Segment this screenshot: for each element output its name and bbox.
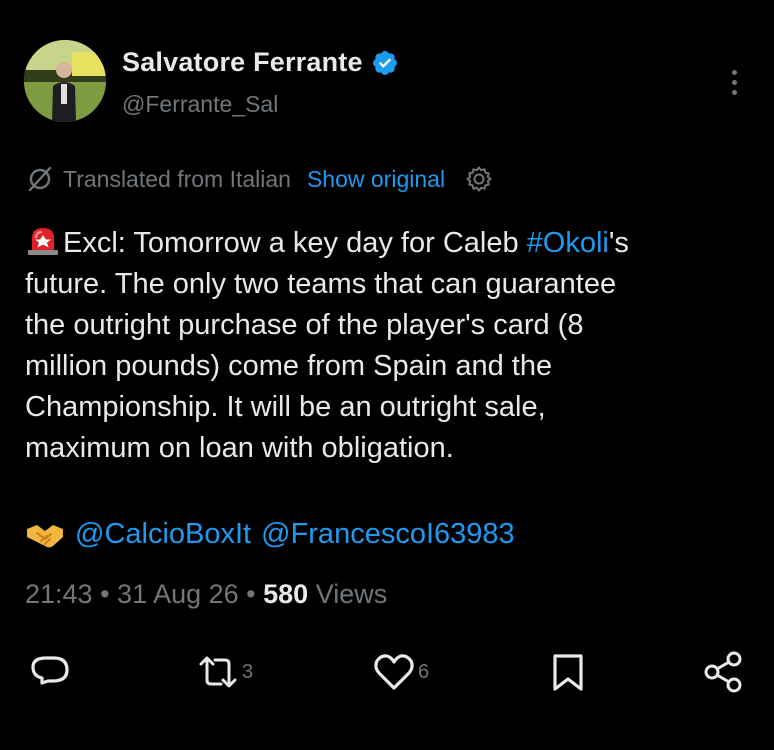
like-button[interactable]: 6 <box>372 650 429 694</box>
share-button[interactable] <box>702 650 746 694</box>
more-vertical-icon[interactable] <box>724 70 744 100</box>
tweet-header: Salvatore Ferrante @Ferrante_Sal <box>24 40 754 124</box>
heart-icon <box>374 654 414 690</box>
share-icon <box>704 651 742 693</box>
views-label: Views <box>308 579 388 609</box>
tweet-line-2: future. The only two teams that can guar… <box>25 268 617 300</box>
tweet-line-1: Excl: Tomorrow a key day for Caleb #Okol… <box>25 223 750 264</box>
tweet-meta: 21:43 • 31 Aug 26 • 580 Views <box>25 579 387 610</box>
mention-link[interactable]: @FrancescoI63983 <box>261 514 515 555</box>
author-name-row: Salvatore Ferrante <box>122 47 399 78</box>
meta-separator: • <box>92 579 118 609</box>
bookmark-icon <box>553 654 583 691</box>
retweet-icon <box>199 656 237 688</box>
action-bar: 3 6 <box>0 650 774 700</box>
tweet-date[interactable]: 31 Aug 26 <box>117 579 239 609</box>
meta-separator: • <box>238 579 264 609</box>
retweet-count: 3 <box>242 660 254 683</box>
mention-link[interactable]: @CalcioBoxIt <box>75 514 251 555</box>
views-count: 580 <box>263 579 309 609</box>
tweet-line-4: million pounds) come from Spain and the <box>25 350 553 382</box>
gear-icon[interactable] <box>465 165 493 193</box>
translation-bar: Translated from Italian Show original <box>27 165 493 193</box>
tweet-line-3: the outright purchase of the player's ca… <box>25 309 584 341</box>
tweet-line-5: Championship. It will be an outright sal… <box>25 391 546 423</box>
reply-button[interactable] <box>28 650 74 694</box>
display-name[interactable]: Salvatore Ferrante <box>122 47 363 78</box>
avatar[interactable] <box>24 40 106 122</box>
verified-badge-icon <box>372 50 397 75</box>
translated-label: Translated from Italian <box>63 165 291 192</box>
author-handle[interactable]: @Ferrante_Sal <box>122 91 278 118</box>
siren-emoji-icon <box>28 228 58 255</box>
tweet-text-segment: Excl: Tomorrow a key day for Caleb <box>63 227 527 259</box>
show-original-link[interactable]: Show original <box>307 166 445 193</box>
retweet-button[interactable]: 3 <box>196 650 253 694</box>
tweet-line-6: maximum on loan with obligation. <box>25 432 454 464</box>
mentions-row: @CalcioBoxIt @FrancescoI63983 <box>25 514 525 555</box>
hashtag-link[interactable]: #Okoli <box>527 227 609 259</box>
translate-slash-icon <box>28 166 52 192</box>
like-count: 6 <box>418 660 430 683</box>
handshake-emoji-icon <box>27 524 63 547</box>
tweet-text-segment: 's <box>608 227 629 259</box>
bookmark-button[interactable] <box>546 650 590 694</box>
reply-icon <box>31 656 69 685</box>
tweet-time[interactable]: 21:43 <box>25 579 93 609</box>
tweet-body: Excl: Tomorrow a key day for Caleb #Okol… <box>25 223 750 469</box>
